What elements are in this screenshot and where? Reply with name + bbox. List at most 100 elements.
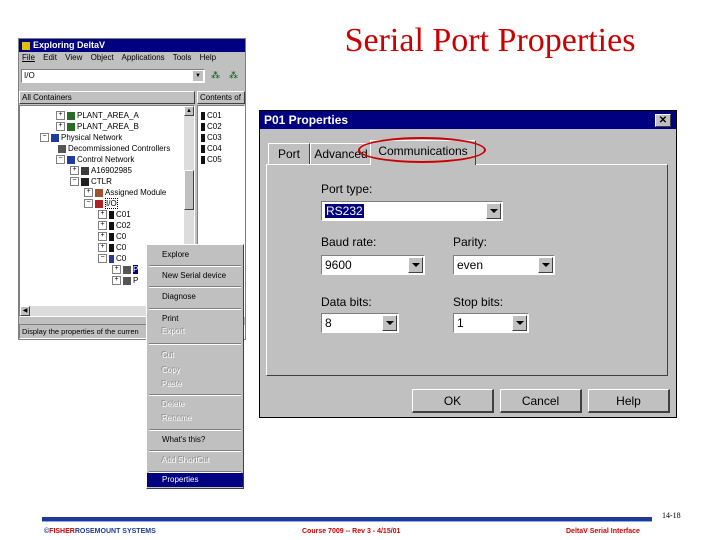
tab-port[interactable]: Port <box>268 143 310 164</box>
ok-button[interactable]: OK <box>412 389 494 413</box>
parity-select[interactable]: even <box>453 255 555 275</box>
menu-separator <box>149 394 241 396</box>
cancel-button[interactable]: Cancel <box>500 389 582 413</box>
tree-item-io[interactable]: − I/O <box>84 198 118 209</box>
menu-item-paste[interactable]: Paste <box>147 378 243 392</box>
menu-item-copy[interactable]: Copy <box>147 364 243 378</box>
menu-item-cut[interactable]: Cut <box>147 349 243 363</box>
card-icon <box>109 232 114 241</box>
expand-icon[interactable]: + <box>84 188 93 198</box>
baud-rate-label: Baud rate: <box>321 235 377 249</box>
tree-item-plant-area-a[interactable]: + PLANT_AREA_A <box>56 110 139 121</box>
expand-icon[interactable]: + <box>98 221 107 231</box>
menu-item-delete[interactable]: Delete <box>147 398 243 412</box>
map-drive-icon[interactable]: ⁂ <box>229 70 238 81</box>
chevron-down-icon[interactable] <box>486 203 501 219</box>
collapse-icon[interactable]: − <box>98 254 107 264</box>
tree-item-c05[interactable]: − C0 <box>98 253 126 264</box>
tree-item-assigned-module[interactable]: + Assigned Module <box>84 187 166 198</box>
card-icon <box>201 111 205 120</box>
tree-item-physical-network[interactable]: − Physical Network <box>40 132 122 143</box>
menu-item-export[interactable]: Export <box>147 325 243 339</box>
stop-bits-select[interactable]: 1 <box>453 313 529 333</box>
expand-icon[interactable]: + <box>112 265 121 275</box>
card-icon <box>201 144 205 153</box>
tree-item-p01[interactable]: + P <box>112 264 139 275</box>
menu-separator <box>149 429 241 431</box>
menu-file[interactable]: File <box>22 53 35 62</box>
scroll-up-arrow-icon[interactable]: ▲ <box>184 106 194 116</box>
collapse-icon[interactable]: − <box>56 155 65 165</box>
explorer-titlebar[interactable]: Exploring DeltaV <box>19 39 245 52</box>
tree-item-control-network[interactable]: − Control Network <box>56 154 134 165</box>
menu-edit[interactable]: Edit <box>43 53 57 62</box>
expand-icon[interactable]: + <box>98 210 107 220</box>
menu-item-print[interactable]: Print <box>147 312 243 326</box>
collapse-icon[interactable]: − <box>70 177 79 187</box>
address-combo[interactable]: I/O ▼ <box>21 69 205 83</box>
highlight-ellipse <box>358 137 486 163</box>
expand-icon[interactable]: + <box>56 111 65 121</box>
tree-item-p02[interactable]: + P <box>112 275 138 286</box>
up-level-icon[interactable]: ⁂ <box>211 70 220 81</box>
help-button[interactable]: Help <box>588 389 670 413</box>
tree-item-workstation[interactable]: + A16902985 <box>70 165 132 176</box>
contents-item[interactable]: C03 <box>201 132 222 143</box>
port-type-select[interactable]: RS232 <box>321 201 503 221</box>
data-bits-select[interactable]: 8 <box>321 313 399 333</box>
close-icon[interactable]: ✕ <box>655 114 671 127</box>
port-type-label: Port type: <box>321 182 373 196</box>
dialog-titlebar[interactable]: P01 Properties <box>260 111 676 129</box>
page-number: 14-18 <box>662 511 681 520</box>
tree-item-c03[interactable]: + C0 <box>98 231 126 242</box>
menu-item-rename[interactable]: Rename <box>147 412 243 426</box>
menu-help[interactable]: Help <box>200 53 216 62</box>
expand-icon[interactable]: + <box>56 122 65 132</box>
explorer-title: Exploring DeltaV <box>33 40 106 50</box>
menu-item-new-serial-device[interactable]: New Serial device <box>147 269 243 283</box>
port-icon <box>123 276 131 285</box>
collapse-icon[interactable]: − <box>40 133 49 143</box>
contents-item[interactable]: C01 <box>201 110 222 121</box>
stop-bits-label: Stop bits: <box>453 295 504 309</box>
expand-icon[interactable]: + <box>112 276 121 286</box>
tree-item-c02[interactable]: + C02 <box>98 220 131 231</box>
contents-item[interactable]: C02 <box>201 121 222 132</box>
menu-tools[interactable]: Tools <box>173 53 192 62</box>
chevron-down-icon[interactable] <box>538 257 553 273</box>
chevron-down-icon[interactable] <box>408 257 423 273</box>
footer-company: ©FISHERROSEMOUNT SYSTEMS <box>44 528 156 535</box>
collapse-icon[interactable]: − <box>84 199 93 209</box>
menu-item-whats-this[interactable]: What's this? <box>147 433 243 447</box>
tree-item-decommissioned[interactable]: Decommissioned Controllers <box>58 143 170 154</box>
expand-icon[interactable]: + <box>70 166 79 176</box>
address-dropdown-arrow-icon[interactable]: ▼ <box>193 71 203 81</box>
menu-object[interactable]: Object <box>91 53 114 62</box>
scroll-thumb[interactable] <box>184 170 194 210</box>
baud-rate-value: 9600 <box>325 258 352 272</box>
chevron-down-icon[interactable] <box>512 315 527 331</box>
tree-item-ctlr[interactable]: − CTLR <box>70 176 112 187</box>
expand-icon[interactable]: + <box>98 232 107 242</box>
card-icon <box>109 221 114 230</box>
tree-item-plant-area-b[interactable]: + PLANT_AREA_B <box>56 121 139 132</box>
chevron-down-icon[interactable] <box>382 315 397 331</box>
deltav-app-icon <box>22 41 30 50</box>
baud-rate-select[interactable]: 9600 <box>321 255 425 275</box>
io-icon <box>95 199 103 208</box>
tree-item-c04[interactable]: + C0 <box>98 242 126 253</box>
expand-icon[interactable]: + <box>98 243 107 253</box>
menu-separator <box>149 265 241 267</box>
menu-item-properties[interactable]: Properties <box>147 473 243 487</box>
menu-view[interactable]: View <box>65 53 82 62</box>
tree-item-c01[interactable]: + C01 <box>98 209 131 220</box>
plant-area-icon <box>67 111 75 120</box>
contents-item[interactable]: C05 <box>201 154 222 165</box>
menu-item-explore[interactable]: Explore <box>147 248 243 262</box>
plant-area-icon <box>67 122 75 131</box>
scroll-left-arrow-icon[interactable]: ◀ <box>20 306 30 316</box>
menu-applications[interactable]: Applications <box>122 53 165 62</box>
menu-item-add-shortcut[interactable]: Add ShortCut <box>147 454 243 468</box>
contents-item[interactable]: C04 <box>201 143 222 154</box>
menu-item-diagnose[interactable]: Diagnose <box>147 290 243 304</box>
